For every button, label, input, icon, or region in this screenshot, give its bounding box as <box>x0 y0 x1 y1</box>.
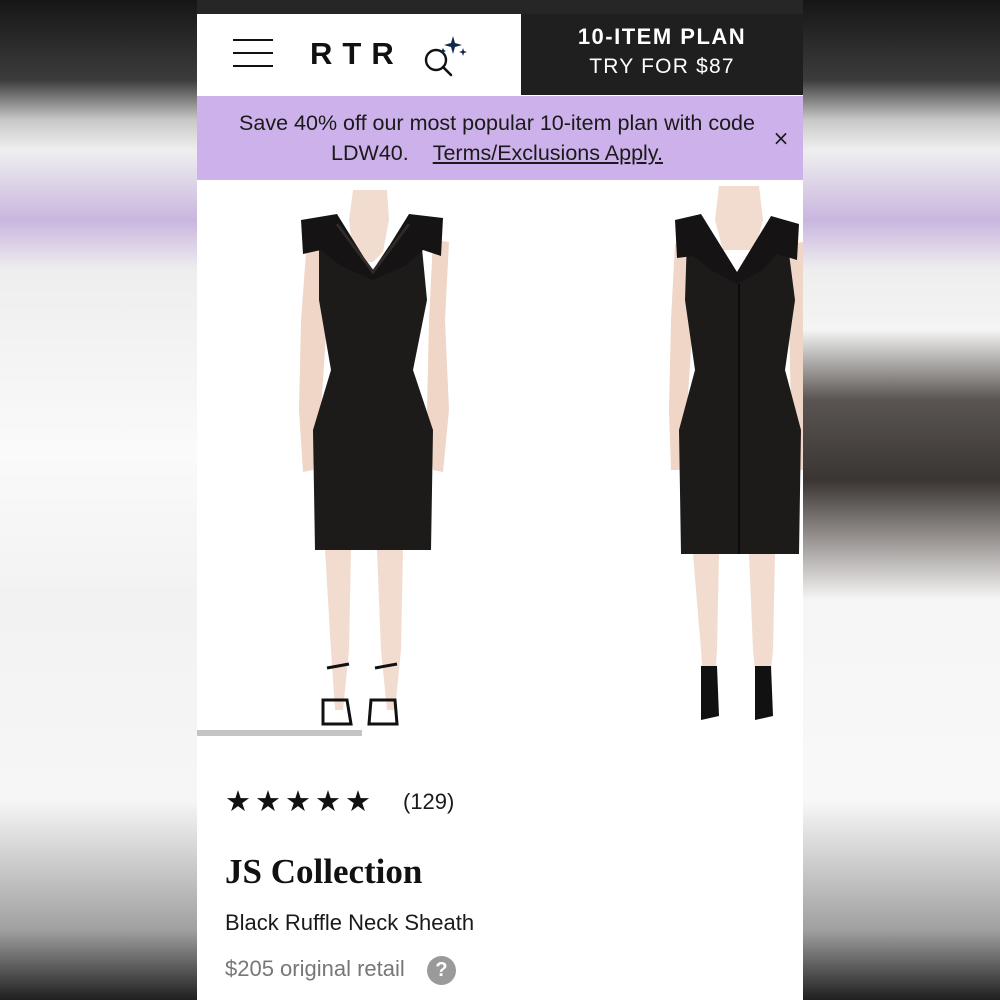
status-strip <box>197 0 803 14</box>
info-help-icon[interactable]: ? <box>427 956 456 985</box>
promo-text: Save 40% off our most popular 10-item pl… <box>227 108 767 168</box>
blurred-background-left <box>0 0 197 1000</box>
carousel-scroll-thumb[interactable] <box>197 730 362 736</box>
mobile-page: RTR 10-ITEM PLAN TRY FOR $87 Save 40% of… <box>197 0 803 1000</box>
rtr-logo[interactable]: RTR <box>310 36 404 72</box>
product-brand[interactable]: JS Collection <box>225 852 422 892</box>
menu-icon[interactable] <box>233 38 273 70</box>
product-image-carousel[interactable] <box>197 180 803 732</box>
search-sparkle-icon[interactable] <box>421 36 469 78</box>
ten-item-plan-button[interactable]: 10-ITEM PLAN TRY FOR $87 <box>521 14 803 95</box>
product-name: Black Ruffle Neck Sheath <box>225 910 475 935</box>
plan-title: 10-ITEM PLAN <box>577 24 747 49</box>
rating-stars: ★★★★★ <box>225 784 375 818</box>
blurred-background-right <box>803 0 1000 1000</box>
plan-price: TRY FOR $87 <box>589 55 735 78</box>
product-image-front[interactable] <box>197 180 557 732</box>
product-image-back[interactable] <box>667 180 803 732</box>
promo-banner: Save 40% off our most popular 10-item pl… <box>197 96 803 180</box>
review-count[interactable]: (129) <box>403 787 454 817</box>
close-icon[interactable]: × <box>769 126 793 150</box>
terms-link[interactable]: Terms/Exclusions Apply. <box>433 141 663 165</box>
original-retail-price: $205 original retail <box>225 956 405 981</box>
